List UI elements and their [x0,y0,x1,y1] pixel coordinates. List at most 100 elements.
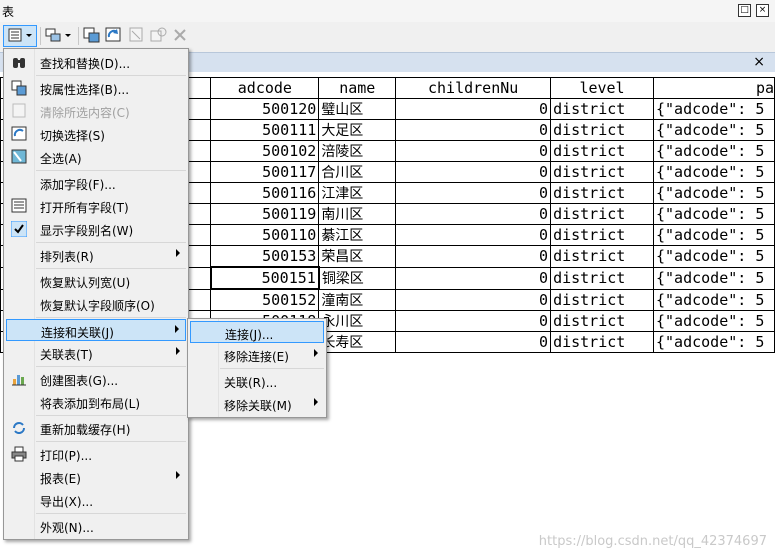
cell-parent[interactable]: {"adcode": 5 [652,182,775,204]
cell-level[interactable]: district [550,182,654,204]
cell-level[interactable]: district [550,310,654,332]
menu-item-related-tables[interactable]: 关联表(T) [6,342,186,364]
submenu-item-relate[interactable]: 关联(R)... [190,370,324,392]
cell-childrennum[interactable]: 0 [395,98,552,120]
cell-name[interactable]: 涪陵区 [318,140,397,162]
cell-level[interactable]: district [550,161,654,183]
menu-item-add-field[interactable]: 添加字段(F)... [6,172,186,194]
cell-parent[interactable]: {"adcode": 5 [652,245,775,268]
cell-name[interactable]: 永川区 [318,310,397,332]
cell-name[interactable]: 长寿区 [318,331,397,353]
cell-parent[interactable]: {"adcode": 5 [652,310,775,332]
column-header-name[interactable]: name [318,77,397,99]
column-header-level[interactable]: level [550,77,654,99]
cell-name[interactable]: 綦江区 [318,224,397,246]
cell-childrennum[interactable]: 0 [395,182,552,204]
cell-childrennum[interactable]: 0 [395,331,552,353]
cell-adcode[interactable]: 500119 [210,203,320,225]
submenu-arrow-icon [176,347,180,355]
cell-level[interactable]: district [550,331,654,353]
cell-adcode[interactable]: 500152 [210,288,320,311]
cell-name[interactable]: 大足区 [318,119,397,141]
cell-adcode[interactable]: 500151 [209,266,320,290]
menu-item-restore-field-order[interactable]: 恢复默认字段顺序(O) [6,293,186,315]
menu-item-reports[interactable]: 报表(E) [6,466,186,488]
menu-item-turn-all-fields-on[interactable]: 打开所有字段(T) [6,195,186,217]
menu-item-restore-column-width[interactable]: 恢复默认列宽(U) [6,270,186,292]
menu-item-print[interactable]: 打印(P)... [6,443,186,465]
cell-level[interactable]: district [550,119,654,141]
menu-item-select-by-attributes[interactable]: 按属性选择(B)... [6,77,186,99]
cell-parent[interactable]: {"adcode": 5 [652,288,775,311]
submenu-item-join[interactable]: 连接(J)... [190,321,324,343]
cell-childrennum[interactable]: 0 [395,310,552,332]
cell-name[interactable]: 南川区 [318,203,397,225]
maximize-button[interactable]: □ [738,4,751,17]
cell-adcode[interactable]: 500120 [210,98,320,120]
menu-item-export[interactable]: 导出(X)... [6,489,186,511]
menu-item-show-field-alias[interactable]: 显示字段别名(W) [6,218,186,240]
column-header-adcode[interactable]: adcode [210,77,320,99]
cell-name[interactable]: 铜梁区 [318,266,397,290]
cell-parent[interactable]: {"adcode": 5 [652,119,775,141]
menu-item-select-all[interactable]: 全选(A) [6,146,186,168]
cell-parent[interactable]: {"adcode": 5 [652,203,775,225]
menu-item-find-replace[interactable]: 查找和替换(D)... [6,51,186,73]
zoom-to-selected-button[interactable] [149,25,169,47]
cell-name[interactable]: 潼南区 [318,288,397,311]
field-list-icon [11,198,27,214]
cell-childrennum[interactable]: 0 [395,119,552,141]
close-button[interactable]: × [756,4,769,17]
cell-adcode[interactable]: 500117 [210,161,320,183]
select-by-attributes-button[interactable] [82,25,102,47]
submenu-item-remove-relates[interactable]: 移除关联(M) [190,393,324,415]
menu-label: 外观(N)... [40,521,94,535]
menu-item-appearance[interactable]: 外观(N)... [6,515,186,537]
cell-childrennum[interactable]: 0 [395,161,552,183]
cell-adcode[interactable]: 500116 [210,182,320,204]
cell-level[interactable]: district [550,266,654,290]
cell-parent[interactable]: {"adcode": 5 [652,266,775,290]
cell-parent[interactable]: {"adcode": 5 [652,224,775,246]
cell-level[interactable]: district [550,245,654,268]
cell-name[interactable]: 合川区 [318,161,397,183]
cell-level[interactable]: district [550,224,654,246]
column-header-parent[interactable]: pa [652,77,775,99]
cell-adcode[interactable]: 500102 [210,140,320,162]
cell-parent[interactable]: {"adcode": 5 [652,98,775,120]
cell-adcode[interactable]: 500111 [210,119,320,141]
related-tables-button[interactable] [44,25,74,47]
menu-item-clear-selection[interactable]: 清除所选内容(C) [6,100,186,122]
clear-selection-button[interactable] [127,25,147,47]
cell-adcode[interactable]: 500110 [210,224,320,246]
cell-childrennum[interactable]: 0 [395,245,552,268]
cell-parent[interactable]: {"adcode": 5 [652,140,775,162]
menu-item-switch-selection[interactable]: 切换选择(S) [6,123,186,145]
cell-level[interactable]: district [550,288,654,311]
cell-level[interactable]: district [550,98,654,120]
cell-parent[interactable]: {"adcode": 5 [652,331,775,353]
cell-childrennum[interactable]: 0 [395,140,552,162]
cell-parent[interactable]: {"adcode": 5 [652,161,775,183]
cell-name[interactable]: 璧山区 [318,98,397,120]
menu-item-arrange-tables[interactable]: 排列表(R) [6,244,186,266]
cell-adcode[interactable]: 500153 [210,245,320,268]
cell-childrennum[interactable]: 0 [395,224,552,246]
cell-level[interactable]: district [550,203,654,225]
menu-item-create-graph[interactable]: 创建图表(G)... [6,368,186,390]
submenu-item-remove-joins[interactable]: 移除连接(E) [190,344,324,366]
column-header-childrennum[interactable]: childrenNu [395,77,552,99]
cell-childrennum[interactable]: 0 [395,288,552,311]
menu-item-add-table-to-layout[interactable]: 将表添加到布局(L) [6,391,186,413]
delete-selected-button[interactable] [171,25,189,47]
switch-selection-button[interactable] [104,25,124,47]
table-options-button[interactable] [3,25,37,47]
menu-item-joins-relates[interactable]: 连接和关联(J) [6,319,186,341]
cell-level[interactable]: district [550,140,654,162]
cell-childrennum[interactable]: 0 [395,203,552,225]
tab-close-icon[interactable]: × [753,54,765,70]
cell-name[interactable]: 江津区 [318,182,397,204]
cell-childrennum[interactable]: 0 [395,266,552,290]
menu-item-reload-cache[interactable]: 重新加载缓存(H) [6,417,186,439]
cell-name[interactable]: 荣昌区 [318,245,397,268]
